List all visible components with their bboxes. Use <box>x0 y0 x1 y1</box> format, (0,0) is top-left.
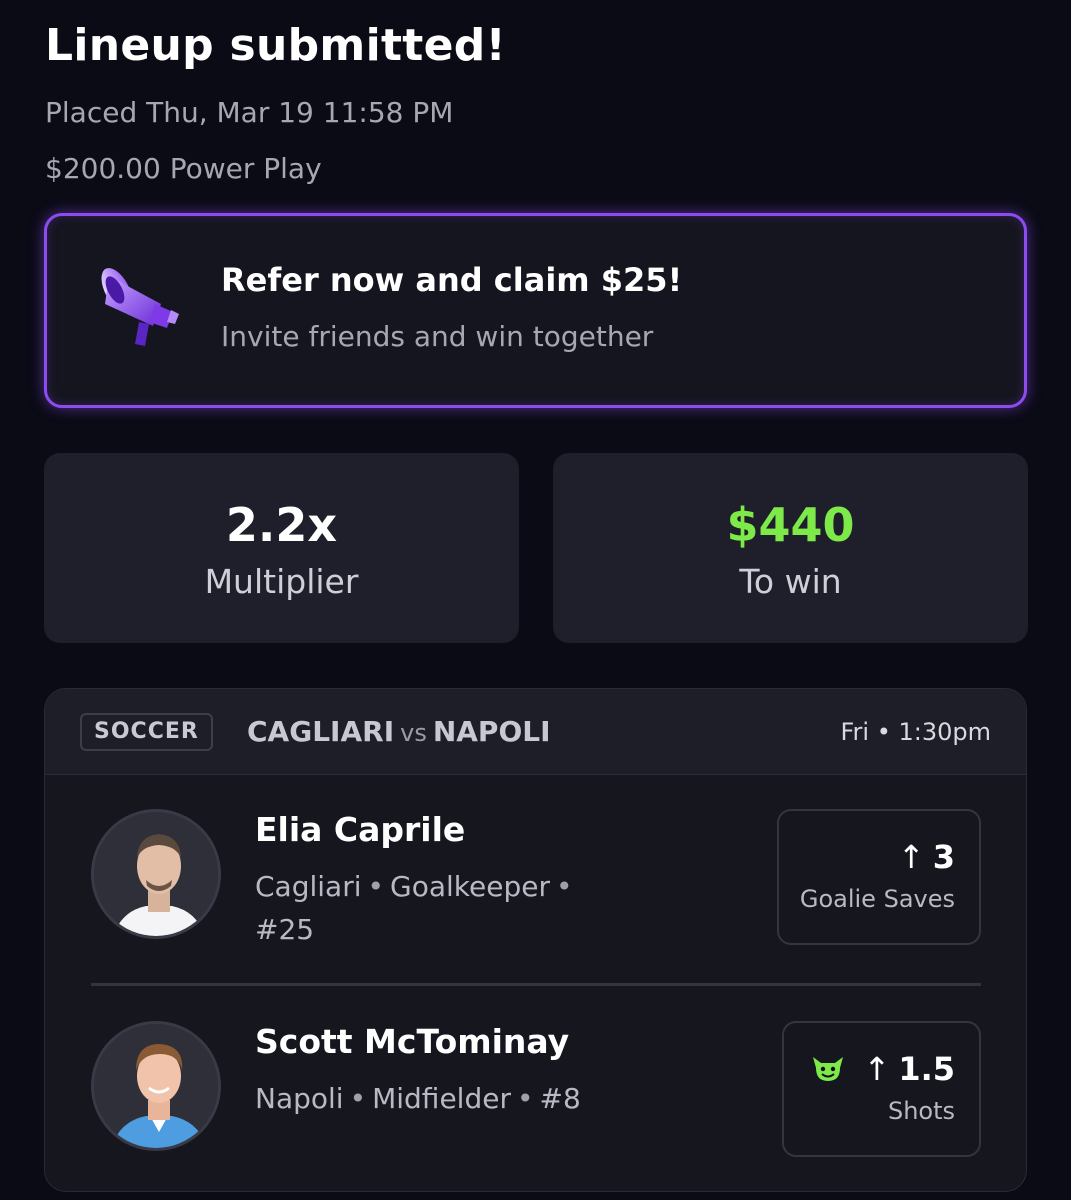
pick-stat: Goalie Saves <box>799 885 955 913</box>
megaphone-icon <box>101 268 179 346</box>
pick-value: 1.5 <box>898 1050 955 1088</box>
arrow-up-icon: ↑ <box>897 838 925 876</box>
pick-line: ↑ 1.5 <box>784 1049 955 1089</box>
player-number: #25 <box>255 913 315 946</box>
promo-title: Refer now and claim $25! <box>221 261 683 299</box>
referral-promo-card[interactable]: Refer now and claim $25! Invite friends … <box>44 213 1027 408</box>
to-win-card: $440 To win <box>553 453 1028 643</box>
page-title: Lineup submitted! <box>45 20 506 71</box>
entry-amount: $200.00 Power Play <box>45 152 322 185</box>
player-photo <box>94 812 218 936</box>
header: Lineup submitted! Placed Thu, Mar 19 11:… <box>45 18 506 186</box>
game-header: SOCCER CAGLIARI vs NAPOLI Fri • 1:30pm <box>45 689 1026 775</box>
player-meta: Cagliari • Goalkeeper • #25 <box>255 870 573 946</box>
player-team: Napoli <box>255 1082 344 1115</box>
sport-badge: SOCCER <box>80 713 213 751</box>
divider <box>91 983 981 986</box>
pick-box[interactable]: ↑ 1.5 Shots <box>782 1021 981 1157</box>
lineup-confirmation-screen: Lineup submitted! Placed Thu, Mar 19 11:… <box>0 0 1071 1200</box>
multiplier-card: 2.2x Multiplier <box>44 453 519 643</box>
home-team: CAGLIARI <box>247 715 395 748</box>
game-time: Fri • 1:30pm <box>840 718 991 746</box>
pick-stat: Shots <box>887 1097 955 1125</box>
away-team: NAPOLI <box>432 715 551 748</box>
arrow-up-icon: ↑ <box>863 1050 891 1088</box>
player-position: Goalkeeper <box>390 870 550 903</box>
avatar <box>91 1021 221 1151</box>
placed-timestamp: Placed Thu, Mar 19 11:58 PM <box>45 96 454 129</box>
player-meta: Napoli • Midfielder • #8 <box>255 1082 581 1115</box>
to-win-value: $440 <box>726 498 855 552</box>
pick-box[interactable]: ↑ 3 Goalie Saves <box>777 809 981 945</box>
to-win-label: To win <box>739 562 842 601</box>
pick-value: 3 <box>932 838 955 876</box>
player-position: Midfielder <box>372 1082 511 1115</box>
goblin-icon <box>812 1057 843 1081</box>
player-number: #8 <box>539 1082 581 1115</box>
pick-line: ↑ 3 <box>779 837 955 877</box>
avatar <box>91 809 221 939</box>
player-team: Cagliari <box>255 870 362 903</box>
multiplier-label: Multiplier <box>204 562 359 601</box>
game-card: SOCCER CAGLIARI vs NAPOLI Fri • 1:30pm Eli… <box>44 688 1027 1192</box>
player-name: Scott McTominay <box>255 1022 570 1061</box>
multiplier-value: 2.2x <box>225 498 338 552</box>
matchup: CAGLIARI vs NAPOLI <box>247 714 551 751</box>
player-row[interactable]: Scott McTominay Napoli • Midfielder • #8 ↑ 1.… <box>45 1021 1026 1161</box>
player-name: Elia Caprile <box>255 810 466 849</box>
vs-label: vs <box>400 719 427 747</box>
promo-subtitle: Invite friends and win together <box>221 320 654 353</box>
player-photo <box>94 1024 218 1148</box>
player-row[interactable]: Elia Caprile Cagliari • Goalkeeper • #25 ↑ 3 … <box>45 809 1026 969</box>
